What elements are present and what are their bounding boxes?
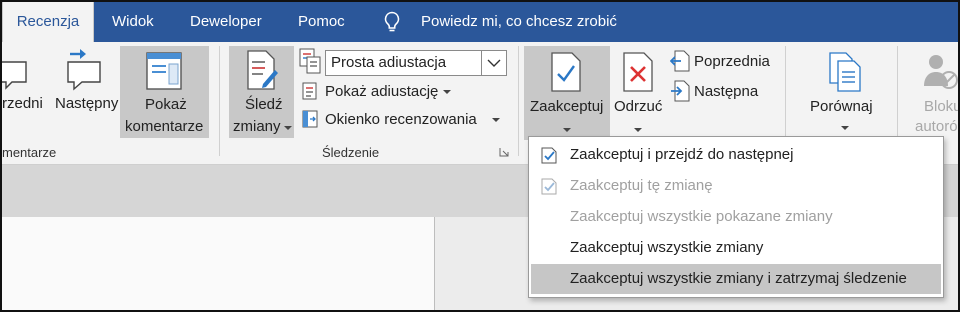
- reviewing-pane-button[interactable]: Okienko recenzowania: [325, 111, 477, 128]
- markup-select-value: Prosta adiustacja: [331, 54, 447, 71]
- chevron-down-icon: [492, 118, 500, 122]
- track-changes-label-2: zmiany: [233, 118, 281, 135]
- block-authors-label-1[interactable]: Bloku: [924, 98, 958, 115]
- markup-select-toggle[interactable]: [481, 51, 506, 75]
- next-comment-icon: [67, 49, 101, 91]
- chevron-down-icon: [284, 126, 292, 130]
- group-separator: [785, 46, 786, 136]
- menu-item-label: Zaakceptuj tę zmianę: [570, 177, 713, 194]
- group-separator: [518, 46, 519, 156]
- show-comments-label-2: komentarze: [125, 118, 204, 135]
- accept-dropdown-menu: Zaakceptuj i przejdź do następnej Zaakce…: [528, 136, 944, 298]
- menu-item-label: Zaakceptuj wszystkie zmiany i zatrzymaj …: [570, 270, 907, 287]
- ribbon-tab-bar: Recenzja Widok Deweloper Pomoc Powiedz m…: [2, 2, 958, 42]
- show-markup-button[interactable]: Pokaż adiustację: [325, 83, 438, 100]
- tell-me-search[interactable]: Powiedz mi, co chcesz zrobić: [421, 2, 617, 42]
- block-authors-label-2: autoró: [915, 118, 958, 135]
- lightbulb-icon[interactable]: [383, 11, 401, 33]
- markup-select[interactable]: Prosta adiustacja: [325, 50, 507, 76]
- menu-item-accept-all-stop-tracking[interactable]: Zaakceptuj wszystkie zmiany i zatrzymaj …: [531, 264, 941, 294]
- tracking-group-label: Śledzenie: [322, 145, 380, 160]
- previous-comment-button[interactable]: rzedni: [2, 95, 43, 112]
- previous-comment-icon: [2, 61, 27, 90]
- comments-group-label: mentarze: [2, 145, 57, 160]
- compare-icon: [829, 52, 861, 92]
- tab-recenzja[interactable]: Recenzja: [2, 2, 94, 42]
- next-comment-button[interactable]: Następny: [55, 95, 118, 112]
- show-comments-icon: [146, 52, 182, 90]
- reject-icon: [623, 52, 653, 92]
- tab-pomoc[interactable]: Pomoc: [298, 2, 345, 42]
- chevron-down-icon: [563, 128, 571, 132]
- chevron-down-icon: [841, 126, 849, 130]
- block-authors-icon: [924, 55, 958, 89]
- track-changes-label-1: Śledź: [245, 96, 283, 113]
- reject-button[interactable]: Odrzuć: [614, 98, 662, 115]
- dialog-launcher-icon[interactable]: [499, 147, 509, 157]
- next-change-button[interactable]: Następna: [694, 83, 758, 100]
- track-changes-icon: [247, 50, 278, 90]
- menu-item-accept-all[interactable]: Zaakceptuj wszystkie zmiany: [531, 233, 941, 263]
- menu-item-label: Zaakceptuj i przejdź do następnej: [570, 146, 794, 163]
- previous-change-button[interactable]: Poprzednia: [694, 53, 770, 70]
- display-for-review-icon: [299, 48, 321, 74]
- word-window: Recenzja Widok Deweloper Pomoc Powiedz m…: [0, 0, 960, 312]
- menu-item-accept-all-shown[interactable]: Zaakceptuj wszystkie pokazane zmiany: [531, 202, 941, 232]
- menu-item-accept-and-move[interactable]: Zaakceptuj i przejdź do następnej: [531, 140, 941, 170]
- menu-item-accept-this-change[interactable]: Zaakceptuj tę zmianę: [531, 171, 941, 201]
- accept-change-icon: [541, 178, 557, 195]
- accept-label: Zaakceptuj: [530, 98, 604, 115]
- group-separator: [897, 46, 898, 136]
- menu-item-label: Zaakceptuj wszystkie pokazane zmiany: [570, 208, 833, 225]
- document-page[interactable]: [2, 217, 435, 310]
- accept-icon: [551, 52, 581, 92]
- compare-button[interactable]: Porównaj: [810, 98, 873, 115]
- show-markup-icon: [302, 82, 317, 100]
- menu-item-label: Zaakceptuj wszystkie zmiany: [570, 239, 764, 256]
- reviewing-pane-icon: [302, 110, 318, 128]
- accept-move-icon: [541, 147, 557, 164]
- previous-change-icon: [670, 50, 690, 72]
- show-comments-label-1: Pokaż: [145, 96, 187, 113]
- group-separator: [219, 46, 220, 156]
- next-change-icon: [671, 80, 690, 102]
- tab-widok[interactable]: Widok: [112, 2, 154, 42]
- chevron-down-icon: [487, 59, 501, 67]
- chevron-down-icon: [634, 128, 642, 132]
- chevron-down-icon: [443, 90, 451, 94]
- tab-deweloper[interactable]: Deweloper: [190, 2, 262, 42]
